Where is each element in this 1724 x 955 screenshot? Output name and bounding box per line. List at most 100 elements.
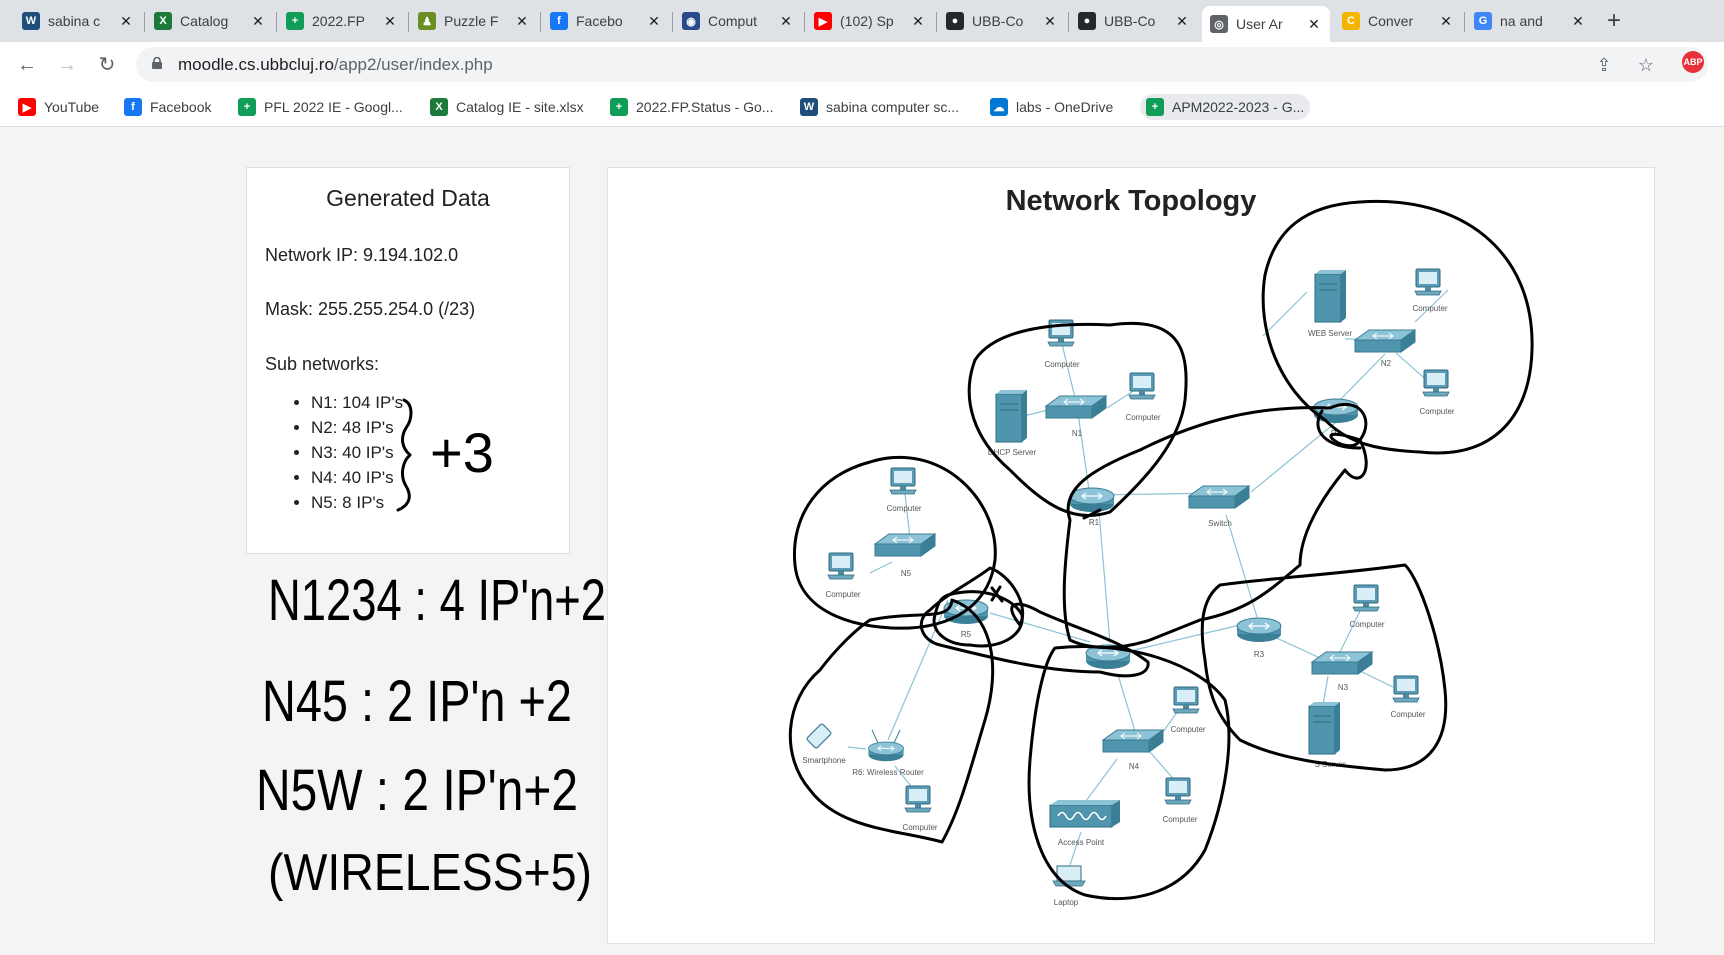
youtube-icon: ▶ [18, 98, 36, 116]
tab-separator [540, 12, 541, 32]
close-icon[interactable]: ✕ [250, 13, 266, 30]
close-icon[interactable]: ✕ [382, 13, 398, 30]
close-icon[interactable]: ✕ [910, 13, 926, 30]
list-item: N3: 40 IP's [311, 440, 403, 465]
github-icon: ● [946, 12, 964, 30]
list-item: N1: 104 IP's [311, 390, 403, 415]
browser-tab[interactable]: Gna and ✕ [1466, 4, 1594, 38]
close-icon[interactable]: ✕ [514, 13, 530, 30]
browser-tab[interactable]: ♟ Puzzle F ✕ [410, 4, 538, 38]
tab-label: 2022.FP [312, 13, 365, 29]
close-icon[interactable]: ✕ [1306, 16, 1322, 33]
generated-data-card: Generated Data Network IP: 9.194.102.0 M… [246, 167, 570, 554]
close-icon[interactable]: ✕ [1438, 13, 1454, 30]
wordpress-icon: W [22, 12, 40, 30]
youtube-icon: ▶ [814, 12, 832, 30]
excel-icon: X [154, 12, 172, 30]
close-icon[interactable]: ✕ [118, 13, 134, 30]
browser-tab[interactable]: ◎ User Ar ✕ [1202, 6, 1330, 42]
close-icon[interactable]: ✕ [1174, 13, 1190, 30]
new-tab-plus-icon[interactable]: + [1598, 6, 1630, 38]
browser-tab[interactable]: C Conver ✕ [1334, 4, 1462, 38]
globe-icon: ◎ [1210, 15, 1228, 33]
browser-tab[interactable]: ▶ (102) Sp ✕ [806, 4, 934, 38]
tab-separator [144, 12, 145, 32]
tab-strip: Wsabina c ✕ X Catalog ✕ +2022.FP ✕ ♟ Puzzle F ✕ f F… [0, 0, 1724, 42]
share-icon[interactable]: ⇪ [1594, 55, 1614, 75]
bookmark-label: labs - OneDrive [1016, 99, 1114, 115]
bookmark-star-icon[interactable]: ☆ [1636, 55, 1656, 75]
tab-separator [1464, 12, 1465, 32]
tab-separator [1068, 12, 1069, 32]
bookmark-item[interactable]: X Catalog IE - site.xlsx [424, 94, 590, 120]
tab-separator [936, 12, 937, 32]
browser-toolbar: ← → ↻ moodle.cs.ubbcluj.ro/app2/user/ind… [0, 42, 1724, 88]
tab-label: (102) Sp [840, 13, 894, 29]
tab-label: User Ar [1236, 16, 1283, 32]
subnets-title: Sub networks: [265, 354, 380, 374]
browser-tab[interactable]: X Catalog ✕ [146, 4, 274, 38]
tab-label: UBB-Co [972, 13, 1024, 29]
browser-tab[interactable]: f Facebo ✕ [542, 4, 670, 38]
handwritten-line-3: N5W : 2 IP'n+2 [256, 758, 578, 823]
facebook-icon: f [550, 12, 568, 30]
list-item: N4: 40 IP's [311, 465, 403, 490]
address-bar[interactable]: moodle.cs.ubbcluj.ro/app2/user/index.php… [136, 47, 1708, 82]
bookmark-item[interactable]: Wsabina computer sc... [794, 94, 965, 120]
back-arrow-icon[interactable]: ← [14, 52, 40, 78]
sheets-icon: + [286, 12, 304, 30]
browser-tab[interactable]: ● UBB-Co ✕ [1070, 4, 1198, 38]
bookmark-label: APM2022-2023 - G... [1172, 99, 1305, 115]
forward-arrow-icon[interactable]: → [54, 52, 80, 78]
close-icon[interactable]: ✕ [646, 13, 662, 30]
tab-label: UBB-Co [1104, 13, 1156, 29]
tab-separator [672, 12, 673, 32]
network-ip: Network IP: 9.194.102.0 [265, 245, 459, 265]
url-text: moodle.cs.ubbcluj.ro/app2/user/index.php [178, 55, 493, 75]
bookmark-item[interactable]: + PFL 2022 IE - Googl... [232, 94, 409, 120]
bookmark-label: 2022.FP.Status - Go... [636, 99, 774, 115]
bookmark-item[interactable]: +2022.FP.Status - Go... [604, 94, 779, 120]
close-icon[interactable]: ✕ [1042, 13, 1058, 30]
tab-separator [408, 12, 409, 32]
bookmarks-bar: ▶ YouTube f Facebook + PFL 2022 IE - Googl...… [0, 88, 1724, 127]
adblock-extension-icon[interactable]: ABP [1682, 51, 1704, 73]
tab-label: Conver [1368, 13, 1414, 29]
bookmark-item[interactable]: f Facebook [118, 94, 217, 120]
convert-icon: C [1342, 12, 1360, 30]
globe-icon: ◉ [682, 12, 700, 30]
mask: Mask: 255.255.254.0 (/23) [265, 299, 476, 319]
facebook-icon: f [124, 98, 142, 116]
list-item: N5: 8 IP's [311, 490, 403, 515]
bookmark-item[interactable]: ☁ labs - OneDrive [984, 94, 1119, 120]
bookmark-label: YouTube [44, 99, 100, 115]
browser-tab[interactable]: +2022.FP ✕ [278, 4, 406, 38]
network-topology-card: Network Topology [607, 167, 1655, 944]
lock-icon [152, 57, 162, 69]
browser-tab[interactable]: ● UBB-Co ✕ [938, 4, 1066, 38]
card-title: Generated Data [326, 185, 490, 211]
browser-tab[interactable]: Wsabina c ✕ [14, 4, 142, 38]
url-path: /app2/user/index.php [333, 55, 493, 74]
reload-icon[interactable]: ↻ [94, 52, 120, 78]
tab-separator [804, 12, 805, 32]
excel-icon: X [430, 98, 448, 116]
wordpress-icon: W [800, 98, 818, 116]
bookmark-item[interactable]: ▶ YouTube [12, 94, 105, 120]
tab-label: na and [1500, 13, 1543, 29]
chess-icon: ♟ [418, 12, 436, 30]
bookmark-item[interactable]: + APM2022-2023 - G... [1140, 94, 1311, 120]
close-icon[interactable]: ✕ [1570, 13, 1586, 30]
browser-tab[interactable]: ◉ Comput ✕ [674, 4, 802, 38]
bookmark-label: sabina computer sc... [826, 99, 960, 115]
topology-title: Network Topology [1005, 185, 1257, 217]
handwritten-line-1: N1234 : 4 IP'n+2 [268, 568, 606, 633]
tab-label: Facebo [576, 13, 623, 29]
github-icon: ● [1078, 12, 1096, 30]
onedrive-icon: ☁ [990, 98, 1008, 116]
close-icon[interactable]: ✕ [778, 13, 794, 30]
bookmark-label: Catalog IE - site.xlsx [456, 99, 584, 115]
handwritten-line-2: N45 : 2 IP'n +2 [262, 669, 572, 734]
google-icon: G [1474, 12, 1492, 30]
tab-label: sabina c [48, 13, 101, 29]
